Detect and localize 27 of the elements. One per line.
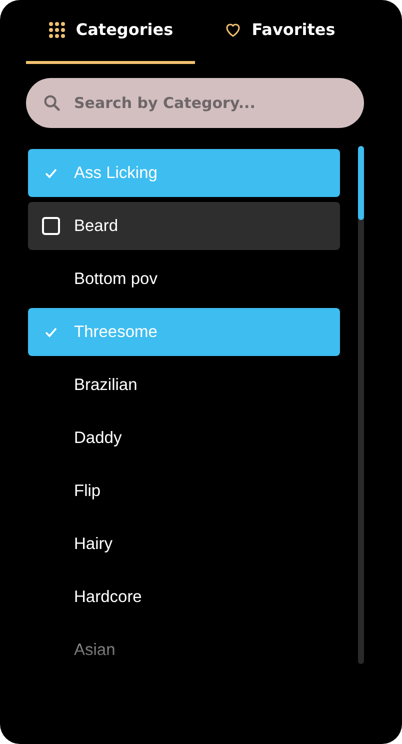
category-label: Daddy	[74, 428, 122, 448]
category-label: Threesome	[74, 322, 158, 342]
category-label: Asian	[74, 640, 116, 660]
category-item[interactable]: Hairy	[28, 520, 340, 568]
category-label: Flip	[74, 482, 101, 500]
category-item[interactable]: Brazilian	[28, 361, 340, 409]
scrollbar[interactable]	[358, 146, 364, 664]
scroll-thumb[interactable]	[358, 146, 364, 220]
grid-icon	[48, 20, 66, 38]
category-label: Brazilian	[74, 376, 138, 394]
category-item[interactable]: Flip	[28, 467, 340, 515]
checkbox[interactable]	[42, 217, 60, 235]
category-item[interactable]: Beard	[28, 202, 340, 250]
category-label: Hardcore	[74, 588, 142, 606]
search-field[interactable]: Search by Category...	[26, 78, 364, 128]
category-item[interactable]: Daddy	[28, 414, 340, 462]
tab[interactable]: Categories	[26, 0, 195, 64]
category-item[interactable]: Hardcore	[28, 573, 340, 621]
category-item[interactable]: Asian	[28, 626, 340, 674]
category-label: Hairy	[74, 534, 113, 554]
check-icon	[44, 325, 58, 339]
category-label: Ass Licking	[74, 164, 158, 182]
category-label: Bottom pov	[74, 270, 158, 288]
category-label: Beard	[74, 216, 118, 236]
check-icon	[44, 166, 58, 180]
tab[interactable]: Favorites	[195, 0, 364, 64]
category-item[interactable]: Bottom pov	[28, 255, 340, 303]
